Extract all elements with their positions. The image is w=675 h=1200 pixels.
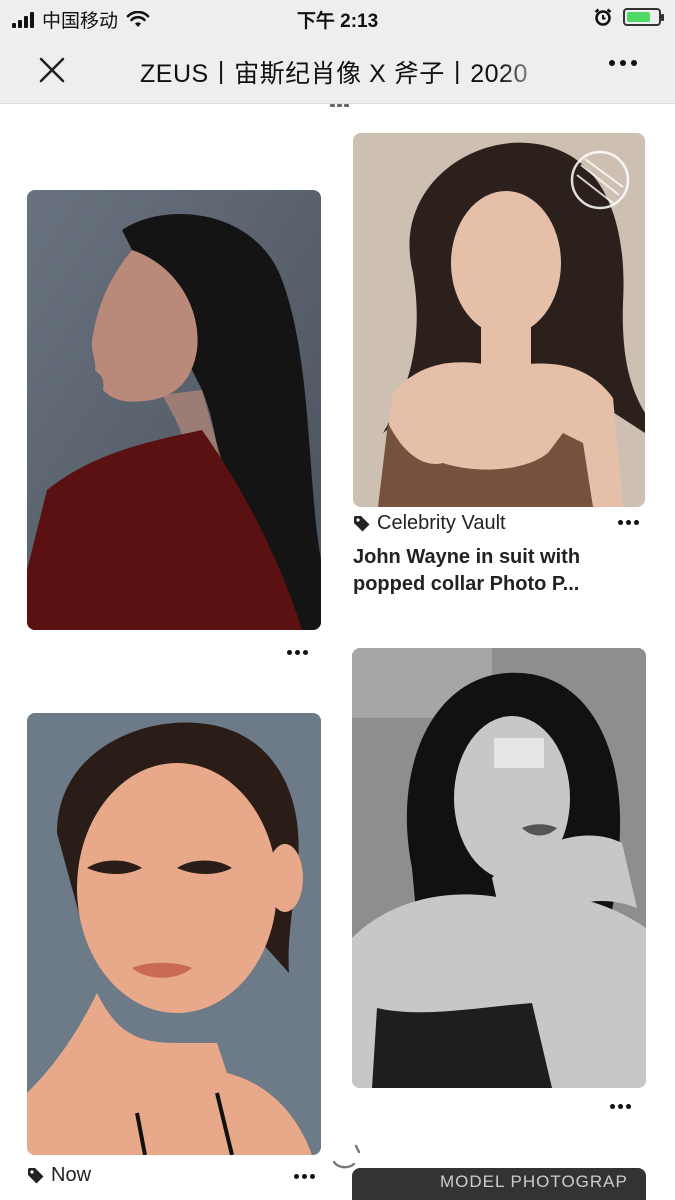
portrait-beige-image <box>353 133 645 507</box>
pin-image[interactable] <box>352 648 646 1088</box>
more-dot <box>620 60 626 66</box>
pin-source-label: Celebrity Vault <box>377 512 506 534</box>
pin-source[interactable]: Celebrity Vault <box>353 512 506 535</box>
more-dot <box>303 650 308 655</box>
pin-source-label: Now <box>51 1164 92 1186</box>
status-right <box>593 7 664 27</box>
more-dot <box>609 60 615 66</box>
loading-spinner-icon <box>332 1144 361 1169</box>
pin-more-button[interactable] <box>287 650 308 655</box>
tag-icon <box>28 1167 44 1183</box>
portrait-bw-image <box>352 648 646 1088</box>
tag-icon <box>354 515 370 531</box>
pin-source[interactable]: Now <box>27 1164 91 1187</box>
image-watermark: MODEL PHOTOGRAP <box>440 1172 628 1191</box>
portrait-dark-profile-image <box>27 190 321 630</box>
pin-image[interactable] <box>27 713 321 1155</box>
status-bar: 中国移动 下午 2:13 <box>0 0 675 34</box>
more-dot <box>626 520 631 525</box>
pin-title-line: popped collar Photo P... <box>353 573 580 595</box>
more-dot <box>618 520 623 525</box>
battery-icon <box>623 8 664 26</box>
alarm-icon <box>594 8 612 26</box>
more-dot <box>295 650 300 655</box>
more-dot <box>618 1104 623 1109</box>
more-dot <box>626 1104 631 1109</box>
status-time: 下午 2:13 <box>296 11 379 32</box>
pin-title-line: John Wayne in suit with <box>353 546 581 568</box>
close-button[interactable] <box>32 50 72 90</box>
more-dot <box>310 1174 315 1179</box>
title-fade <box>500 48 556 92</box>
pin-image[interactable] <box>353 133 645 507</box>
close-icon <box>39 57 65 83</box>
pin-title[interactable]: John Wayne in suit with popped collar Ph… <box>353 544 653 598</box>
more-dot <box>631 60 637 66</box>
more-dot <box>610 1104 615 1109</box>
more-dot <box>287 650 292 655</box>
more-dot <box>302 1174 307 1179</box>
pin-image[interactable] <box>27 190 321 630</box>
pin-more-button[interactable] <box>294 1174 315 1179</box>
more-options-button[interactable] <box>609 60 637 66</box>
pin-more-button[interactable] <box>618 520 639 525</box>
drag-hint-icon <box>330 104 349 107</box>
nav-bar: ZEUS丨宙斯纪肖像 X 斧子丨2020 <box>0 34 675 104</box>
more-dot <box>634 520 639 525</box>
battery-level <box>627 12 650 22</box>
portrait-closeup-image <box>27 713 321 1155</box>
page-title: ZEUS丨宙斯纪肖像 X 斧子丨2020 <box>140 60 528 88</box>
pin-more-button[interactable] <box>610 1104 631 1109</box>
more-dot <box>294 1174 299 1179</box>
